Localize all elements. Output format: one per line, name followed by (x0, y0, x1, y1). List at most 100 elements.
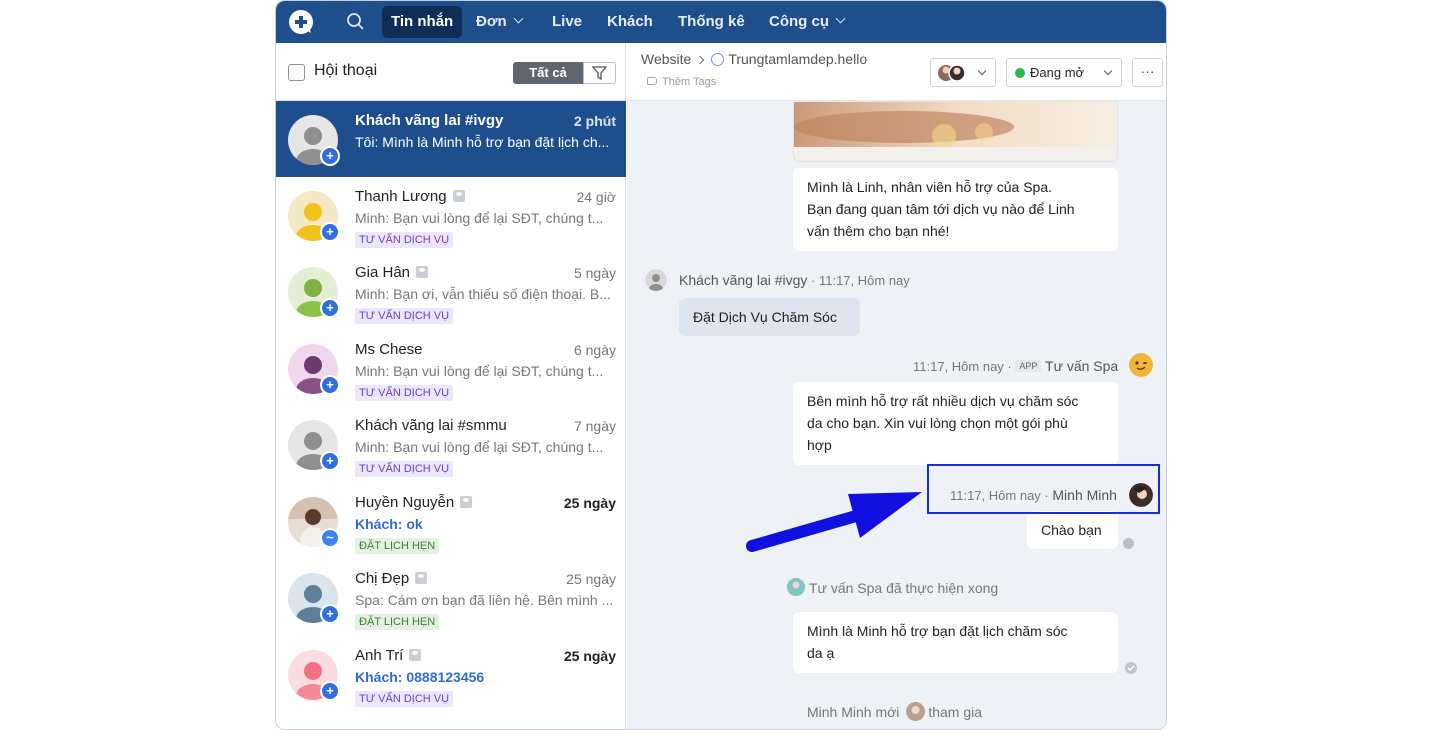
conversation-tag: TƯ VẤN DỊCH VỤ (355, 385, 454, 401)
highlight-box (927, 464, 1160, 514)
messenger-icon: ~ (322, 530, 338, 546)
message-line: Mình là Minh hỗ trợ bạn đặt lịch chăm só… (807, 623, 1068, 639)
contact-icon (409, 649, 422, 661)
channel-badge: + (320, 146, 340, 166)
chevron-down-icon (1103, 66, 1113, 76)
system-message-text: Tư vấn Spa đã thực hiện xong (809, 580, 999, 596)
conversation-tag: TƯ VẤN DỊCH VỤ (355, 232, 454, 248)
chat-plus-icon: + (322, 148, 338, 164)
add-tags-label: Thêm Tags (662, 76, 717, 88)
search-icon[interactable] (346, 12, 366, 32)
assignee-dropdown[interactable] (930, 58, 996, 87)
conversation-item[interactable]: + Anh Trí 25 ngày Khách: 0888123456 TƯ V… (276, 636, 626, 712)
conversation-item[interactable]: + Chị Đẹp 25 ngày Spa: Cám ơn bạn đã liê… (276, 559, 626, 635)
system-message: Tư vấn Spa đã thực hiện xong (787, 578, 998, 596)
message-line: Mình là Linh, nhân viên hỗ trợ của Spa. (807, 179, 1052, 195)
conversation-tag: ĐẶT LỊCH HẸN (355, 538, 440, 554)
conversation-name-text: Gia Hân (355, 264, 411, 281)
conversation-name: Gia Hân (355, 264, 429, 281)
conversation-preview: Minh: Bạn vui lòng để lại SĐT, chúng t..… (355, 210, 604, 226)
bot-message: Bên mình hỗ trợ rất nhiều dịch vụ chăm s… (793, 382, 1118, 465)
nav-thong-ke[interactable]: Thống kê (669, 6, 754, 38)
customer-name: Khách vãng lai #ivgy (679, 272, 808, 288)
chevron-right-icon (696, 55, 705, 65)
add-tags-button[interactable]: Thêm Tags (647, 76, 716, 88)
chat-plus-icon: + (322, 300, 338, 316)
conversation-time: 6 ngày (573, 342, 616, 358)
conversation-preview: Spa: Cám ơn bạn đã liên hệ. Bên mình ... (355, 592, 614, 608)
conversation-preview: Minh: Bạn vui lòng để lại SĐT, chúng t..… (355, 439, 604, 455)
conversation-tag: TƯ VẤN DỊCH VỤ (355, 691, 454, 707)
contact-icon (452, 190, 465, 202)
customer-time: · 11:17, Hôm nay (807, 273, 910, 288)
nav-cong-cu-label: Công cụ (769, 13, 829, 30)
conversation-name: Khách vãng lai #smmu (355, 417, 507, 434)
conversation-preview: Tôi: Mình là Minh hỗ trợ bạn đặt lịch ch… (355, 134, 610, 150)
top-nav: Tin nhắn Đơn Live Khách Thống kê Công cụ (276, 1, 1166, 43)
chevron-down-icon (835, 13, 846, 24)
contact-icon (415, 572, 428, 584)
nav-live[interactable]: Live (543, 6, 591, 38)
sent-check-icon (1125, 662, 1137, 674)
nav-don-label: Đơn (476, 13, 507, 30)
conversation-time: 25 ngày (563, 495, 616, 511)
conversation-name: Chị Đẹp (355, 570, 428, 587)
conversation-item[interactable]: ~ Huyền Nguyễn 25 ngày Khách: ok ĐẶT LỊC… (276, 483, 626, 559)
contact-icon (460, 496, 473, 508)
message-bubble: Mình là Linh, nhân viên hỗ trợ của Spa. … (793, 168, 1118, 251)
breadcrumb-page[interactable]: Trungtamlamdep.hello (728, 51, 867, 67)
app-chip: APP (1015, 360, 1042, 372)
conversation-preview: Minh: Bạn ơi, vẫn thiếu số điện thoại. B… (355, 286, 611, 302)
channel-badge: + (320, 681, 340, 701)
nav-tin-nhan[interactable]: Tin nhắn (382, 6, 463, 38)
nav-don[interactable]: Đơn (467, 6, 531, 38)
conversation-name-text: Anh Trí (355, 647, 404, 664)
spa-image[interactable] (793, 101, 1118, 162)
conversation-name-text: Huyền Nguyễn (355, 494, 455, 511)
filter-button[interactable] (583, 62, 616, 84)
customer-meta: Khách vãng lai #ivgy · 11:17, Hôm nay (679, 272, 910, 288)
bot-time: 11:17, Hôm nay · (913, 359, 1012, 374)
conversation-item[interactable]: + Thanh Lương 24 giờ Minh: Bạn vui lòng … (276, 177, 626, 253)
message-line: hợp (807, 437, 832, 453)
app-window: Tin nhắn Đơn Live Khách Thống kê Công cụ… (275, 0, 1167, 730)
conversation-item[interactable]: + Khách vãng lai #smmu 7 ngày Minh: Bạn … (276, 406, 626, 482)
customer-avatar (645, 269, 667, 291)
conversation-preview: Minh: Bạn vui lòng để lại SĐT, chúng t..… (355, 363, 604, 379)
conversation-time: 5 ngày (573, 265, 616, 281)
conversation-tag: ĐẶT LỊCH HẸN (355, 614, 440, 630)
conversation-item[interactable]: + Khách vãng lai #ivgy 2 phút Tôi: Mình … (276, 101, 626, 177)
status-dropdown[interactable]: Đang mở (1006, 58, 1122, 87)
chat-plus-icon: + (322, 224, 338, 240)
joiner-avatar (906, 702, 926, 721)
channel-badge: + (320, 222, 340, 242)
nav-cong-cu[interactable]: Công cụ (760, 6, 853, 38)
conversation-name: Khách vãng lai #ivgy (355, 112, 504, 129)
message-line: da ạ (807, 645, 835, 661)
breadcrumb-source[interactable]: Website (641, 51, 691, 67)
final-message: Mình là Minh hỗ trợ bạn đặt lịch chăm só… (793, 612, 1118, 673)
chat-plus-icon: + (322, 606, 338, 622)
channel-badge: ~ (320, 528, 340, 548)
select-all-checkbox[interactable] (288, 64, 305, 81)
logo-icon[interactable] (288, 9, 314, 35)
message-line: Bên mình hỗ trợ rất nhiều dịch vụ chăm s… (807, 393, 1079, 409)
conversation-time: 25 ngày (566, 571, 616, 587)
conversation-time: 24 giờ (576, 189, 616, 205)
filter-all-button[interactable]: Tất cả (513, 62, 583, 84)
nav-khach[interactable]: Khách (598, 6, 662, 38)
message-line: Bạn đang quan tâm tới dịch vụ nào để Lin… (807, 201, 1075, 217)
conversation-item[interactable]: + Gia Hân 5 ngày Minh: Bạn ơi, vẫn thiếu… (276, 253, 626, 329)
conversation-name-text: Thanh Lương (355, 188, 447, 205)
customer-message: Đặt Dịch Vụ Chăm Sóc (679, 298, 860, 336)
read-receipt-icon (1123, 538, 1134, 549)
conversation-name: Anh Trí (355, 647, 422, 664)
more-options-button[interactable]: ··· (1132, 58, 1163, 87)
conversation-item[interactable]: + Ms Chese 6 ngày Minh: Bạn vui lòng để … (276, 330, 626, 406)
bot-small-avatar (787, 578, 805, 596)
chat-plus-icon: + (322, 453, 338, 469)
tag-icon (647, 77, 657, 85)
channel-badge: + (320, 604, 340, 624)
channel-badge: + (320, 375, 340, 395)
message-line: vấn thêm cho bạn nhé! (807, 223, 950, 239)
